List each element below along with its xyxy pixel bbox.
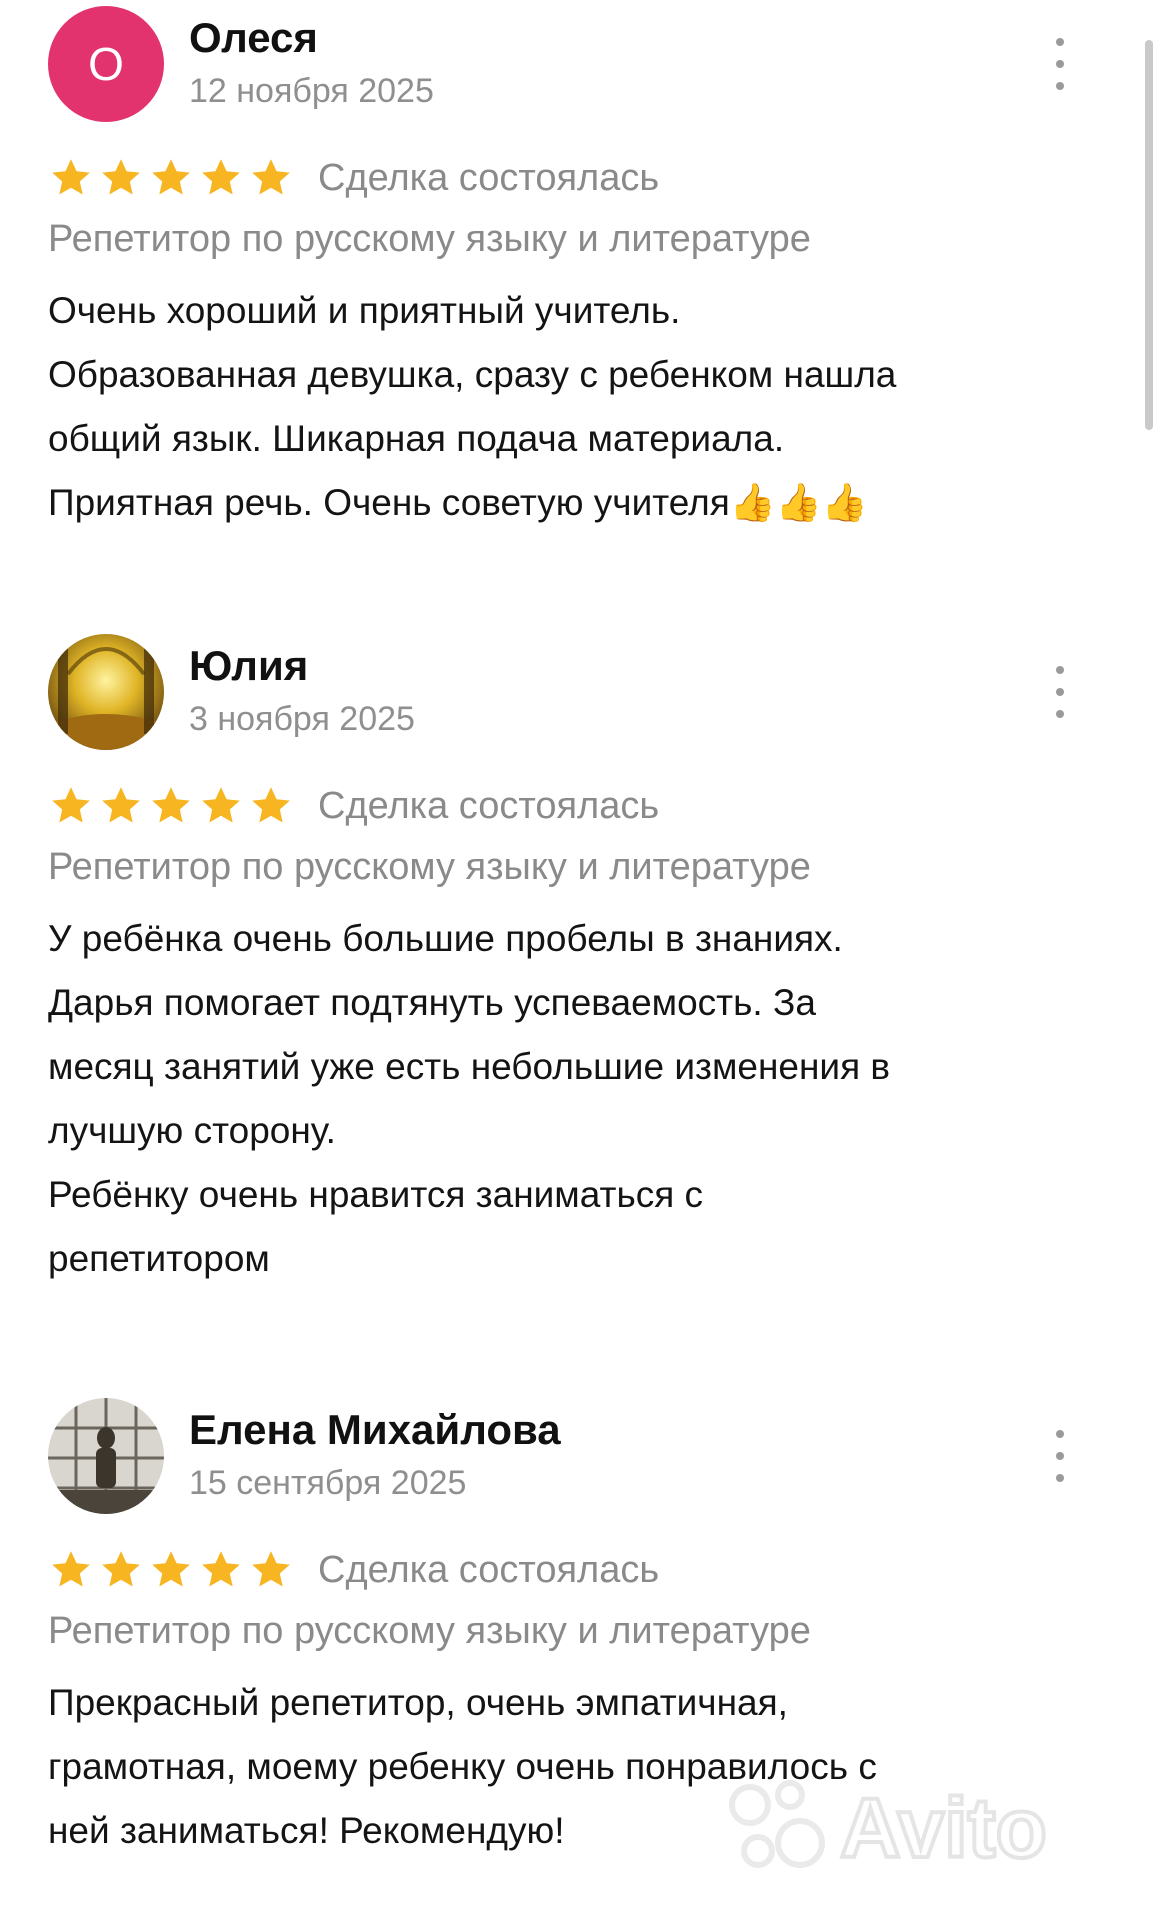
- star-icon: [152, 787, 190, 823]
- service-subject: Репетитор по русскому языку и литературе: [48, 1610, 811, 1652]
- star-icon: [202, 787, 240, 823]
- review-text-line: У ребёнка очень большие пробелы в знания…: [48, 918, 843, 959]
- avatar-letter: О: [88, 38, 124, 90]
- review-text-line: Приятная речь. Очень советую учителя👍👍👍: [48, 482, 868, 523]
- rating-row: Сделка состоялась: [48, 150, 1108, 206]
- star-icon: [102, 787, 140, 823]
- star-icon: [252, 787, 290, 823]
- more-vertical-icon[interactable]: [1048, 666, 1072, 718]
- review-text-line: месяц занятий уже есть небольшие изменен…: [48, 1046, 891, 1087]
- rating-row: Сделка состоялась: [48, 1542, 1108, 1598]
- review-text: Очень хороший и приятный учитель. Образо…: [48, 279, 1108, 535]
- review-date: 12 ноября 2025: [189, 72, 434, 110]
- star-icon: [252, 1551, 290, 1587]
- reviewer-name[interactable]: Юлия: [189, 642, 308, 690]
- star-icon: [52, 787, 90, 823]
- reviewer-name[interactable]: Олеся: [189, 14, 318, 62]
- deal-status: Сделка состоялась: [318, 784, 660, 827]
- review-header: Юлия 3 ноября 2025: [48, 628, 1108, 750]
- review-text-line: Прекрасный репетитор, очень эмпатичная,: [48, 1682, 788, 1723]
- reviewer-name[interactable]: Елена Михайлова: [189, 1406, 561, 1454]
- more-vertical-icon[interactable]: [1048, 38, 1072, 90]
- review-text-line: Дарья помогает подтянуть успеваемость. З…: [48, 982, 816, 1023]
- star-icon: [202, 1551, 240, 1587]
- star-icon: [252, 159, 290, 195]
- deal-status: Сделка состоялась: [318, 156, 660, 199]
- deal-status: Сделка состоялась: [318, 1548, 660, 1591]
- avatar[interactable]: [48, 1398, 164, 1514]
- avito-logo-text: Avito: [840, 1781, 1047, 1875]
- star-icon: [52, 159, 90, 195]
- star-icon: [102, 1551, 140, 1587]
- review-text-line: Очень хороший и приятный учитель.: [48, 290, 681, 331]
- review-text-line: лучшую сторону.: [48, 1110, 336, 1151]
- star-icon: [152, 1551, 190, 1587]
- review-header: Елена Михайлова 15 сентября 2025: [48, 1392, 1108, 1514]
- star-icon: [52, 1551, 90, 1587]
- scrollbar[interactable]: [1145, 40, 1153, 430]
- review-date: 15 сентября 2025: [189, 1464, 467, 1502]
- review-text-line: общий язык. Шикарная подача материала.: [48, 418, 785, 459]
- avito-watermark-logo: Avito: [729, 1779, 1049, 1877]
- star-icon: [102, 159, 140, 195]
- review-text-line: Ребёнку очень нравится заниматься с: [48, 1174, 704, 1215]
- review-card: Юлия 3 ноября 2025 Сделка состоялась Реп…: [48, 628, 1108, 1291]
- avatar[interactable]: [48, 634, 164, 750]
- avatar-photo-icon: [48, 634, 164, 750]
- reviews-page: О Олеся 12 ноября 2025 Сделка состоялась…: [0, 0, 1161, 1920]
- service-subject: Репетитор по русскому языку и литературе: [48, 846, 811, 888]
- avatar-photo-icon: [48, 1398, 164, 1514]
- star-rating: [48, 783, 294, 829]
- avatar[interactable]: О: [48, 6, 164, 122]
- review-date: 3 ноября 2025: [189, 700, 415, 738]
- star-icon: [152, 159, 190, 195]
- review-text-line: Образованная девушка, сразу с ребенком н…: [48, 354, 897, 395]
- service-subject: Репетитор по русскому языку и литературе: [48, 218, 811, 260]
- review-text-line: репетитором: [48, 1238, 270, 1279]
- rating-row: Сделка состоялась: [48, 778, 1108, 834]
- review-text: У ребёнка очень большие пробелы в знания…: [48, 907, 1108, 1291]
- review-header: О Олеся 12 ноября 2025: [48, 0, 1108, 122]
- star-rating: [48, 1547, 294, 1593]
- star-icon: [202, 159, 240, 195]
- star-rating: [48, 155, 294, 201]
- more-vertical-icon[interactable]: [1048, 1430, 1072, 1482]
- review-card: О Олеся 12 ноября 2025 Сделка состоялась…: [48, 0, 1108, 535]
